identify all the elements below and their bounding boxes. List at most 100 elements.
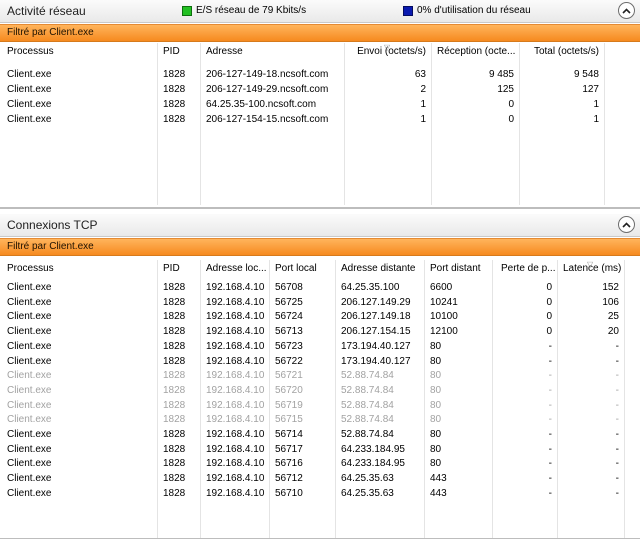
table-row[interactable]: Client.exe 1828 192.168.4.10 56713 206.127.1… xyxy=(0,324,640,339)
table-row[interactable]: Client.exe 1828 192.168.4.10 56720 52.88.74.… xyxy=(0,383,640,398)
cell-remote-port: 80 xyxy=(430,399,442,411)
cell-remote-port: 80 xyxy=(430,429,442,440)
cell-pid: 1828 xyxy=(163,473,186,485)
cell-pid: 1828 xyxy=(163,355,186,367)
cell-process: Client.exe xyxy=(7,311,52,323)
chevron-up-icon[interactable] xyxy=(618,2,635,19)
col-header-remote-address[interactable]: Adresse distante xyxy=(336,260,425,278)
cell-pid: 1828 xyxy=(163,282,186,293)
cell-local-port: 56708 xyxy=(275,282,303,293)
cell-remote-address: 52.88.74.84 xyxy=(341,399,394,411)
cell-local-port: 56716 xyxy=(275,458,303,470)
legend-network-usage-label: 0% d'utilisation du réseau xyxy=(417,5,531,16)
cell-remote-address: 206.127.154.15 xyxy=(341,326,411,338)
chevron-up-icon[interactable] xyxy=(618,216,635,233)
cell-remote-address: 206.127.149.29 xyxy=(341,296,411,308)
cell-process: Client.exe xyxy=(7,399,52,411)
table-row[interactable]: Client.exe 1828 192.168.4.10 56714 52.88.74.… xyxy=(0,427,640,442)
table-row[interactable]: Client.exe 1828 206-127-154-15.ncsoft.com 1… xyxy=(0,112,640,127)
table-row[interactable]: Client.exe 1828 206-127-149-29.ncsoft.com 2… xyxy=(0,82,640,97)
col-header-send-label: Envoi (octets/s) xyxy=(357,46,426,57)
table-row[interactable]: Client.exe 1828 192.168.4.10 56722 173.194.4… xyxy=(0,354,640,369)
col-header-remote-port[interactable]: Port distant xyxy=(425,260,491,278)
cell-process: Client.exe xyxy=(7,296,52,308)
cell-remote-port: 80 xyxy=(430,443,442,455)
cell-remote-address: 173.194.40.127 xyxy=(341,340,411,352)
network-filter-bar: Filtré par Client.exe xyxy=(0,24,640,42)
cell-latency: - xyxy=(615,370,619,382)
cell-remote-port: 80 xyxy=(430,384,442,396)
cell-local-port: 56722 xyxy=(275,355,303,367)
cell-local-address: 192.168.4.10 xyxy=(206,384,265,396)
cell-pid: 1828 xyxy=(163,370,186,382)
table-row[interactable]: Client.exe 1828 192.168.4.10 56721 52.88.74.… xyxy=(0,368,640,383)
col-header-address[interactable]: Adresse xyxy=(201,43,344,61)
col-header-send[interactable]: ▽ Envoi (octets/s) xyxy=(345,43,431,61)
col-header-process[interactable]: Processus xyxy=(2,43,156,61)
cell-latency: - xyxy=(615,414,619,426)
table-row[interactable]: Client.exe 1828 206-127-149-18.ncsoft.com 6… xyxy=(0,67,640,82)
cell-latency: 25 xyxy=(607,311,619,323)
cell-pid: 1828 xyxy=(163,84,186,95)
cell-process: Client.exe xyxy=(7,340,52,352)
cell-process: Client.exe xyxy=(7,69,52,80)
table-row[interactable]: Client.exe 1828 192.168.4.10 56715 52.88.74.… xyxy=(0,412,640,427)
cell-latency: - xyxy=(615,487,619,499)
cell-local-port: 56712 xyxy=(275,473,303,485)
cell-remote-port: 443 xyxy=(430,473,447,485)
cell-local-address: 192.168.4.10 xyxy=(206,370,265,382)
table-row[interactable]: Client.exe 1828 192.168.4.10 56712 64.25.35.… xyxy=(0,471,640,486)
cell-process: Client.exe xyxy=(7,384,52,396)
tcp-connections-header[interactable]: Connexions TCP xyxy=(0,214,640,237)
cell-local-port: 56717 xyxy=(275,443,303,455)
cell-send: 1 xyxy=(420,99,426,110)
col-header-local-address[interactable]: Adresse loc... xyxy=(201,260,269,278)
cell-pid: 1828 xyxy=(163,99,186,110)
cell-packet-loss: 0 xyxy=(546,296,552,308)
tcp-connections-table: Processus PID Adresse loc... Port local … xyxy=(0,260,640,538)
cell-process: Client.exe xyxy=(7,443,52,455)
table-row[interactable]: Client.exe 1828 192.168.4.10 56723 173.194.4… xyxy=(0,339,640,354)
cell-pid: 1828 xyxy=(163,340,186,352)
cell-packet-loss: - xyxy=(548,384,552,396)
cell-pid: 1828 xyxy=(163,114,186,125)
col-header-pid[interactable]: PID xyxy=(158,260,200,278)
cell-remote-port: 6600 xyxy=(430,282,453,293)
legend-network-io: E/S réseau de 79 Kbits/s xyxy=(182,5,306,16)
cell-latency: - xyxy=(615,473,619,485)
cell-remote-port: 80 xyxy=(430,340,442,352)
table-row[interactable]: Client.exe 1828 192.168.4.10 56719 52.88.74.… xyxy=(0,398,640,413)
cell-process: Client.exe xyxy=(7,355,52,367)
col-header-receive[interactable]: Réception (octe... xyxy=(432,43,519,61)
network-activity-header[interactable]: Activité réseau E/S réseau de 79 Kbits/s… xyxy=(0,0,640,23)
cell-remote-address: 64.25.35.63 xyxy=(341,487,394,499)
tcp-filter-bar: Filtré par Client.exe xyxy=(0,238,640,256)
cell-address: 206-127-149-29.ncsoft.com xyxy=(206,84,329,95)
cell-remote-port: 80 xyxy=(430,355,442,367)
cell-local-address: 192.168.4.10 xyxy=(206,443,265,455)
col-header-latency[interactable]: ▽ Latence (ms) xyxy=(558,260,624,278)
table-row[interactable]: Client.exe 1828 192.168.4.10 56725 206.127.1… xyxy=(0,295,640,310)
network-activity-table: Processus PID Adresse ▽ Envoi (octets/s)… xyxy=(0,43,640,205)
col-header-pid[interactable]: PID xyxy=(158,43,200,61)
cell-pid: 1828 xyxy=(163,326,186,338)
table-row[interactable]: Client.exe 1828 192.168.4.10 56717 64.233.18… xyxy=(0,442,640,457)
col-header-process[interactable]: Processus xyxy=(2,260,156,278)
cell-packet-loss: - xyxy=(548,473,552,485)
cell-local-address: 192.168.4.10 xyxy=(206,296,265,308)
cell-local-port: 56721 xyxy=(275,370,303,382)
col-header-local-port[interactable]: Port local xyxy=(270,260,336,278)
table-row[interactable]: Client.exe 1828 64.25.35-100.ncsoft.com 1 0 1 xyxy=(0,97,640,112)
table-row[interactable]: Client.exe 1828 192.168.4.10 56710 64.25.35.… xyxy=(0,486,640,501)
cell-latency: - xyxy=(615,384,619,396)
cell-local-port: 56710 xyxy=(275,487,303,499)
cell-remote-address: 52.88.74.84 xyxy=(341,429,394,440)
cell-local-address: 192.168.4.10 xyxy=(206,399,265,411)
table-row[interactable]: Client.exe 1828 192.168.4.10 56724 206.127.1… xyxy=(0,309,640,324)
table-row[interactable]: Client.exe 1828 192.168.4.10 56708 64.25.35.… xyxy=(0,280,640,295)
table-row[interactable]: Client.exe 1828 192.168.4.10 56716 64.233.18… xyxy=(0,456,640,471)
cell-receive: 0 xyxy=(508,99,514,110)
col-header-packet-loss[interactable]: Perte de p... xyxy=(496,260,557,278)
cell-remote-address: 64.233.184.95 xyxy=(341,458,405,470)
col-header-total[interactable]: Total (octets/s) xyxy=(520,43,604,61)
